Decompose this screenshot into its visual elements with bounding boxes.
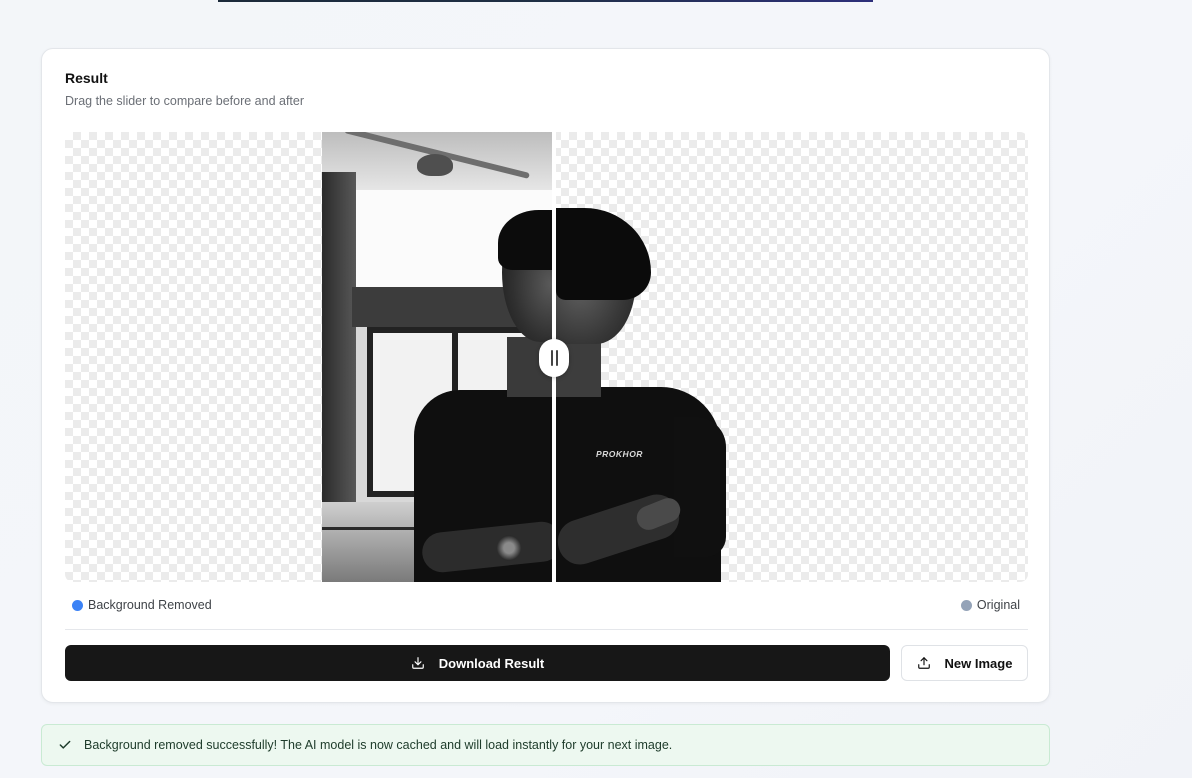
download-label: Download Result xyxy=(438,655,545,671)
upload-icon xyxy=(917,656,931,670)
wristwatch xyxy=(497,535,521,561)
legend-background-removed: Background Removed xyxy=(72,598,212,612)
new-image-label: New Image xyxy=(944,655,1013,671)
new-image-button[interactable]: New Image xyxy=(901,645,1028,681)
legend-original: Original xyxy=(960,598,1020,612)
before-after-comparison[interactable]: PROKHOR xyxy=(65,132,1028,582)
gray-dot-icon xyxy=(960,599,972,611)
result-card: Result Drag the slider to compare before… xyxy=(41,48,1050,703)
card-subtitle: Drag the slider to compare before and af… xyxy=(65,94,305,108)
divider-line xyxy=(65,629,1028,630)
original-photo xyxy=(322,132,552,582)
slider-handle[interactable] xyxy=(539,339,569,377)
background-removed-photo: PROKHOR xyxy=(556,132,1028,582)
top-banner-strip xyxy=(218,0,873,2)
toast-message: Background removed successfully! The AI … xyxy=(84,738,673,752)
legend-right-label: Original xyxy=(976,598,1020,612)
download-result-button[interactable]: Download Result xyxy=(65,645,890,681)
blue-dot-icon xyxy=(72,599,83,611)
card-title: Result xyxy=(65,70,108,86)
grip-icon xyxy=(550,350,553,366)
success-toast: Background removed successfully! The AI … xyxy=(41,724,1050,766)
download-icon xyxy=(411,656,425,670)
legend-left-label: Background Removed xyxy=(88,598,212,612)
check-icon xyxy=(58,738,72,752)
shirt-brand-text: PROKHOR xyxy=(596,449,643,459)
